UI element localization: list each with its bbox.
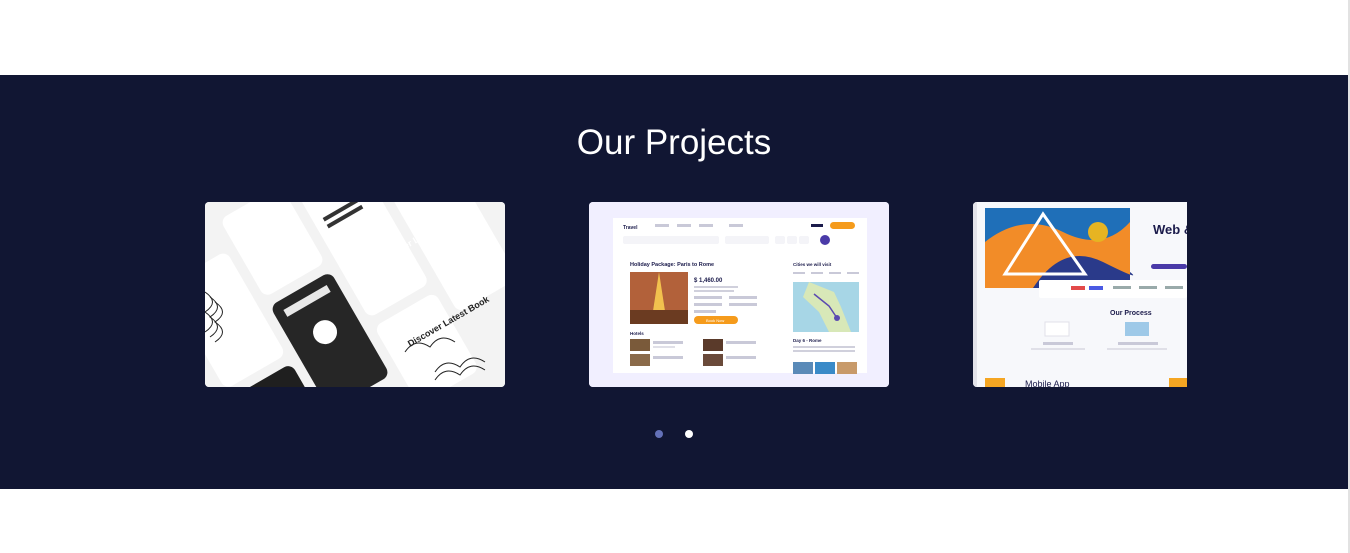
carousel-dot-1[interactable] xyxy=(655,430,663,438)
travel-site-preview-image: Travel Holiday Package: Paris to Rome $ … xyxy=(589,202,889,387)
web-dev-process-label: Our Process xyxy=(1110,310,1152,317)
travel-cities-label: Cities we will visit xyxy=(793,262,832,267)
carousel-dot-2[interactable] xyxy=(685,430,693,438)
web-dev-bottom-text: Mobile App xyxy=(1025,379,1070,387)
web-dev-hero-text: Web & Mobile Development xyxy=(1153,222,1187,237)
section-title: Our Projects xyxy=(576,123,772,162)
web-dev-preview-image: Web & Mobile Development Our Process Mob… xyxy=(973,202,1187,387)
project-card-web-dev-site[interactable]: Web & Mobile Development Our Process Mob… xyxy=(973,202,1187,387)
carousel-pagination xyxy=(0,425,1348,443)
travel-day-label: Day 6 - Rome xyxy=(793,338,822,343)
travel-book-button: Book Now xyxy=(706,318,724,323)
project-card-travel-site[interactable]: Travel Holiday Package: Paris to Rome $ … xyxy=(589,202,889,387)
travel-hotels-label: Hotels xyxy=(630,331,644,336)
travel-package-heading: Holiday Package: Paris to Rome xyxy=(630,262,714,268)
travel-price: $ 1,460.00 xyxy=(694,278,723,284)
travel-brand: Travel xyxy=(623,225,638,231)
projects-section: Our Projects Discover Latest Book Discov… xyxy=(0,75,1348,489)
project-card-book-app[interactable]: Discover Latest Book Discover Latest Boo… xyxy=(205,202,505,387)
book-app-preview-image: Discover Latest Book Discover Latest Boo… xyxy=(205,202,505,387)
